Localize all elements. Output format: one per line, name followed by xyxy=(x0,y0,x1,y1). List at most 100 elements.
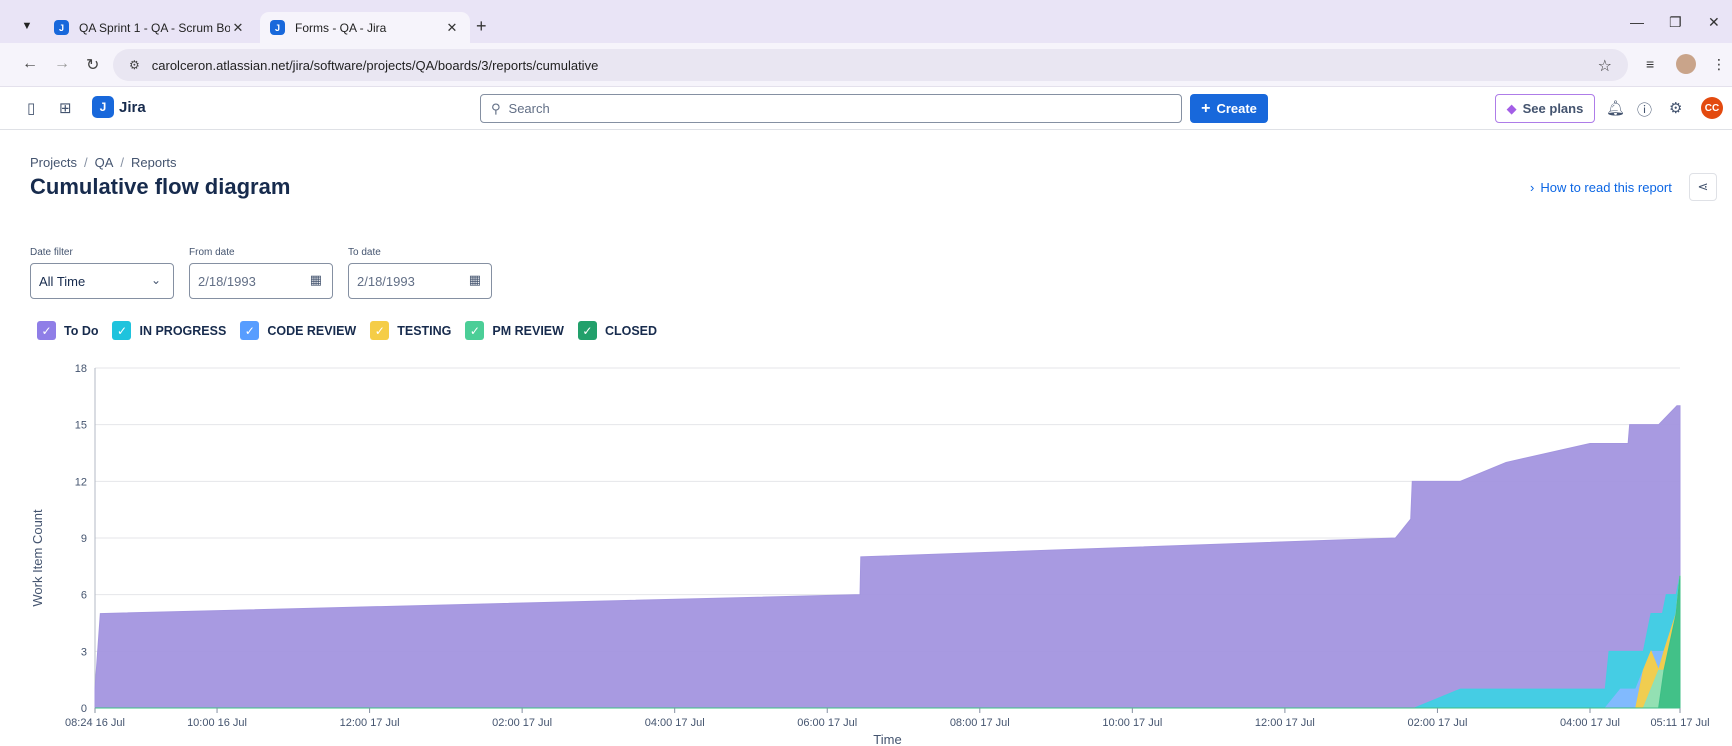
close-tab-icon[interactable]: ✕ xyxy=(230,20,246,36)
x-tick-label: 02:00 17 Jul xyxy=(1407,717,1467,729)
tab-search-icon[interactable]: ▼ xyxy=(16,15,38,37)
x-tick-label: 02:00 17 Jul xyxy=(492,717,552,729)
legend-todo[interactable]: ✓ To Do xyxy=(37,321,98,340)
checkbox-icon[interactable]: ✓ xyxy=(112,321,132,340)
x-tick-label: 08:24 16 Jul xyxy=(65,717,125,729)
product-name[interactable]: Jira xyxy=(119,99,146,116)
legend-in-progress[interactable]: ✓ IN PROGRESS xyxy=(112,321,226,340)
search-icon: ⚲ xyxy=(491,100,501,116)
legend-label: To Do xyxy=(64,323,99,338)
area-to-do xyxy=(94,405,1681,709)
browser-tab-scrum-board[interactable]: J QA Sprint 1 - QA - Scrum Board ✕ xyxy=(44,12,256,43)
x-tick-label: 12:00 17 Jul xyxy=(340,717,400,729)
from-date-label: From date xyxy=(189,247,235,258)
to-date-value: 2/18/1993 xyxy=(357,273,415,289)
checkbox-icon[interactable]: ✓ xyxy=(240,321,260,340)
x-axis-label: Time xyxy=(873,732,901,746)
see-plans-label: See plans xyxy=(1522,101,1584,116)
cumulative-flow-chart: 0 3 6 9 12 15 18 08:24 16 Jul 10:00 16 Jul 12:00 … xyxy=(30,363,1710,746)
tab-title: QA Sprint 1 - QA - Scrum Board xyxy=(79,20,230,35)
page-title: Cumulative flow diagram xyxy=(30,174,291,199)
create-label: Create xyxy=(1216,101,1257,116)
from-date-value: 2/18/1993 xyxy=(198,273,256,289)
site-info-icon[interactable]: ⚙ xyxy=(129,58,140,72)
forward-icon[interactable]: → xyxy=(54,55,70,73)
share-icon: ⋖ xyxy=(1697,179,1709,194)
restore-icon[interactable]: ❐ xyxy=(1669,14,1682,31)
close-tab-icon[interactable]: ✕ xyxy=(444,20,460,36)
checkbox-icon[interactable]: ✓ xyxy=(37,321,56,340)
checkbox-icon[interactable]: ✓ xyxy=(577,321,597,340)
notifications-bell-icon[interactable]: 🔔︎ xyxy=(1606,99,1625,117)
legend-code-review[interactable]: ✓ CODE REVIEW xyxy=(240,321,356,340)
breadcrumb-projects[interactable]: Projects xyxy=(30,155,77,170)
browser-toolbar: ← → ↻ ⚙ carolceron.atlassian.net/jira/so… xyxy=(0,43,1732,87)
legend-label: CODE REVIEW xyxy=(267,323,357,338)
legend-label: CLOSED xyxy=(604,323,658,338)
y-tick-label: 0 xyxy=(81,703,87,715)
x-tick-label: 05:11 17 Jul xyxy=(1650,717,1709,729)
chevron-right-icon: › xyxy=(1530,180,1535,195)
y-axis-label: Work Item Count xyxy=(30,509,45,607)
browser-menu-icon[interactable]: ⋮ xyxy=(1712,56,1726,73)
url-text: carolceron.atlassian.net/jira/software/p… xyxy=(151,57,599,73)
jira-logo-icon[interactable]: J xyxy=(92,96,114,118)
browser-profile-avatar[interactable] xyxy=(1676,54,1696,74)
x-tick-label: 12:00 17 Jul xyxy=(1255,717,1315,729)
bookmark-star-icon[interactable]: ☆ xyxy=(1598,56,1612,76)
legend-label: PM REVIEW xyxy=(492,323,564,338)
browser-tab-forms[interactable]: J Forms - QA - Jira ✕ xyxy=(260,12,470,43)
search-input[interactable] xyxy=(508,101,1109,116)
calendar-icon[interactable]: ▦ xyxy=(469,272,481,288)
user-avatar[interactable]: CC xyxy=(1701,97,1723,119)
chevron-down-icon: ⌄ xyxy=(150,273,161,287)
from-date-input[interactable]: 2/18/1993 ▦ xyxy=(189,263,333,299)
new-tab-icon[interactable]: + xyxy=(476,16,487,37)
calendar-icon[interactable]: ▦ xyxy=(310,272,322,288)
breadcrumb-qa[interactable]: QA xyxy=(95,155,114,170)
search-field[interactable]: ⚲ xyxy=(480,94,1182,123)
checkbox-icon[interactable]: ✓ xyxy=(465,321,485,340)
checkbox-icon[interactable]: ✓ xyxy=(370,321,390,340)
y-tick-label: 18 xyxy=(75,363,87,375)
breadcrumb-reports[interactable]: Reports xyxy=(131,155,177,170)
x-tick-label: 08:00 17 Jul xyxy=(950,717,1010,729)
back-icon[interactable]: ← xyxy=(22,55,38,73)
to-date-input[interactable]: 2/18/1993 ▦ xyxy=(348,263,492,299)
jira-favicon-icon: J xyxy=(54,20,69,35)
settings-gear-icon[interactable]: ⚙ xyxy=(1669,99,1682,117)
y-tick-label: 3 xyxy=(81,646,87,658)
x-tick-label: 04:00 17 Jul xyxy=(1560,717,1620,729)
legend-label: TESTING xyxy=(397,323,452,338)
minimize-icon[interactable]: — xyxy=(1630,14,1644,30)
date-filter-label: Date filter xyxy=(30,247,73,258)
media-controls-icon[interactable]: ≡ xyxy=(1646,56,1654,72)
window-close-icon[interactable]: ✕ xyxy=(1708,14,1720,31)
app-switcher-icon[interactable]: ⊞ xyxy=(59,99,72,117)
address-bar[interactable]: ⚙ carolceron.atlassian.net/jira/software… xyxy=(113,49,1628,81)
legend-testing[interactable]: ✓ TESTING xyxy=(370,321,451,340)
x-tick-label: 06:00 17 Jul xyxy=(797,717,857,729)
x-tick-label: 04:00 17 Jul xyxy=(645,717,705,729)
legend-pm-review[interactable]: ✓ PM REVIEW xyxy=(465,321,564,340)
help-icon[interactable]: ⓘ xyxy=(1637,99,1652,120)
y-tick-label: 6 xyxy=(81,590,87,602)
jira-top-nav: ▯ ⊞ J Jira ⚲ + Create ◆ See plans 🔔︎ ⓘ ⚙… xyxy=(0,87,1732,130)
gem-icon: ◆ xyxy=(1506,100,1517,116)
breadcrumb: Projects / QA / Reports xyxy=(30,155,177,170)
reload-icon[interactable]: ↻ xyxy=(86,55,99,75)
see-plans-button[interactable]: ◆ See plans xyxy=(1495,94,1595,123)
how-to-read-link[interactable]: › How to read this report xyxy=(1530,180,1672,195)
plus-icon: + xyxy=(1201,99,1211,117)
date-filter-select[interactable]: All Time ⌄ xyxy=(30,263,174,299)
share-button[interactable]: ⋖ xyxy=(1689,173,1717,201)
browser-tab-strip: ▼ J QA Sprint 1 - QA - Scrum Board ✕ J F… xyxy=(0,0,1732,43)
how-to-read-label: How to read this report xyxy=(1540,180,1672,195)
chart-legend: ✓ To Do ✓ IN PROGRESS ✓ CODE REVIEW ✓ TESTIN… xyxy=(37,321,671,340)
legend-closed[interactable]: ✓ CLOSED xyxy=(577,321,658,340)
sidebar-toggle-icon[interactable]: ▯ xyxy=(27,99,35,117)
create-button[interactable]: + Create xyxy=(1190,94,1268,123)
y-tick-label: 9 xyxy=(81,533,87,545)
tab-title: Forms - QA - Jira xyxy=(295,20,387,35)
date-filter-value: All Time xyxy=(39,273,86,289)
